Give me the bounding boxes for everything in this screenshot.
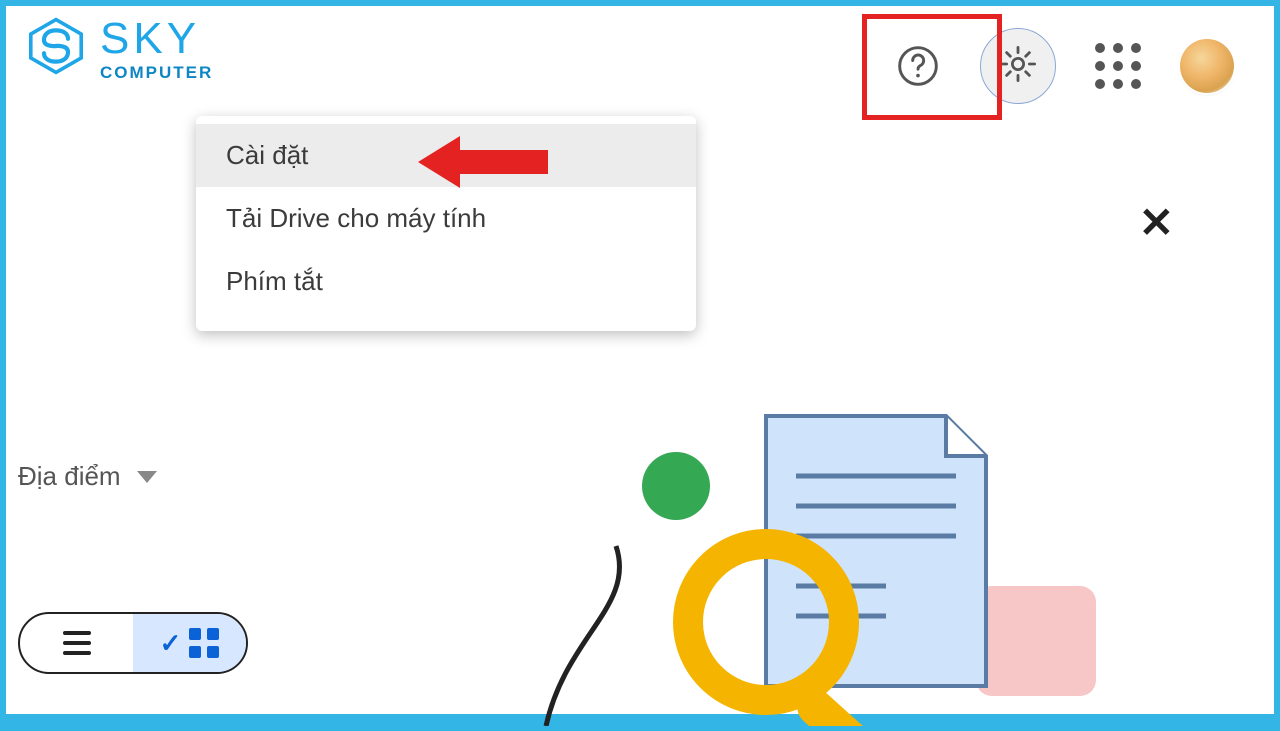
topbar [890, 28, 1234, 104]
grid-view-icon [189, 628, 219, 658]
menu-item-download-drive[interactable]: Tải Drive cho máy tính [196, 187, 696, 250]
menu-item-shortcuts[interactable]: Phím tắt [196, 250, 696, 313]
list-view-button[interactable] [20, 614, 133, 672]
logo-mark-icon [26, 16, 86, 81]
logo-text-sub: COMPUTER [100, 64, 213, 81]
logo-text-sky: SKY [100, 17, 213, 61]
filter-location-label: Địa điểm [18, 461, 121, 492]
brand-logo: SKY COMPUTER [26, 16, 213, 81]
view-toggle: ✓ [18, 612, 248, 674]
empty-state-illustration [506, 386, 1146, 726]
red-arrow-annotation [418, 132, 548, 192]
check-icon: ✓ [160, 628, 182, 659]
settings-button[interactable] [980, 28, 1056, 104]
app-frame: SKY COMPUTER Cài đặt [6, 6, 1274, 714]
grid-view-button[interactable]: ✓ [133, 614, 246, 672]
filter-location[interactable]: Địa điểm [18, 461, 157, 492]
gear-icon [997, 43, 1039, 90]
apps-grid-icon[interactable] [1090, 38, 1146, 94]
user-avatar[interactable] [1180, 39, 1234, 93]
help-icon[interactable] [890, 38, 946, 94]
list-view-icon [63, 631, 91, 655]
close-icon[interactable]: ✕ [1139, 198, 1174, 247]
chevron-down-icon [137, 471, 157, 483]
